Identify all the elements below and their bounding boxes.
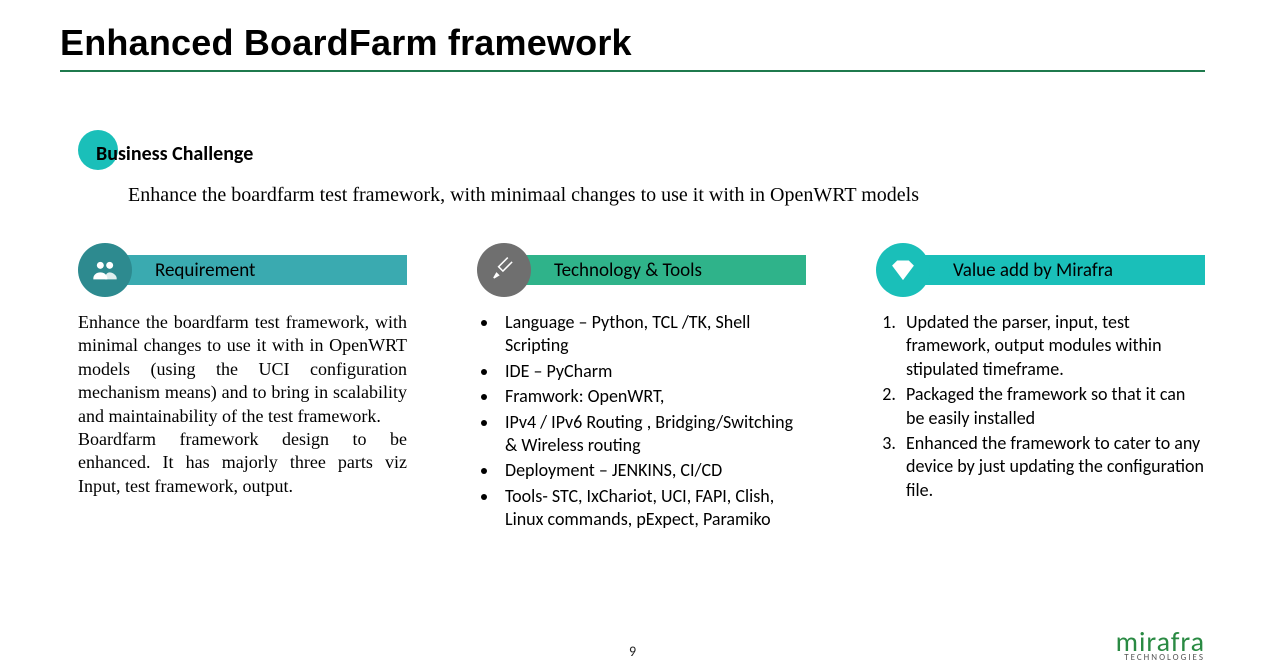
list-item: Language – Python, TCL /TK, Shell Script…: [499, 311, 806, 358]
business-challenge-heading: Business Challenge: [96, 142, 1205, 166]
requirement-header: Requirement: [78, 251, 407, 289]
footer-brand: mirafra TECHNOLOGIES: [1116, 629, 1205, 662]
technology-column: Technology & Tools Language – Python, TC…: [477, 251, 806, 534]
slide-title: Enhanced BoardFarm framework: [60, 22, 1205, 64]
requirement-bar: Requirement: [105, 255, 407, 285]
value-add-bar: Value add by Mirafra: [903, 255, 1205, 285]
business-challenge-section: Business Challenge Enhance the boardfarm…: [78, 142, 1205, 207]
list-item: IPv4 / IPv6 Routing , Bridging/Switching…: [499, 411, 806, 458]
people-icon: [78, 243, 132, 297]
technology-bar: Technology & Tools: [504, 255, 806, 285]
requirement-body: Enhance the boardfarm test framework, wi…: [78, 311, 407, 498]
requirement-column: Requirement Enhance the boardfarm test f…: [78, 251, 407, 534]
list-item: Deployment – JENKINS, CI/CD: [499, 459, 806, 482]
requirement-para-1: Enhance the boardfarm test framework, wi…: [78, 311, 407, 428]
value-add-column: Value add by Mirafra Updated the parser,…: [876, 251, 1205, 534]
value-add-heading-label: Value add by Mirafra: [953, 259, 1113, 282]
technology-list: Language – Python, TCL /TK, Shell Script…: [477, 311, 806, 532]
list-item: IDE – PyCharm: [499, 360, 806, 383]
title-rule: [60, 70, 1205, 72]
technology-header: Technology & Tools: [477, 251, 806, 289]
value-add-header: Value add by Mirafra: [876, 251, 1205, 289]
list-item: Tools- STC, IxChariot, UCI, FAPI, Clish,…: [499, 485, 806, 532]
list-item: Updated the parser, input, test framewor…: [900, 311, 1205, 381]
list-item: Packaged the framework so that it can be…: [900, 383, 1205, 430]
brand-name: mirafra: [1116, 629, 1205, 654]
columns: Requirement Enhance the boardfarm test f…: [78, 251, 1205, 534]
slide: Enhanced BoardFarm framework Business Ch…: [0, 0, 1265, 668]
requirement-heading-label: Requirement: [155, 259, 255, 282]
value-add-list: Updated the parser, input, test framewor…: [876, 311, 1205, 502]
brand-sub: TECHNOLOGIES: [1116, 654, 1205, 662]
technology-heading-label: Technology & Tools: [554, 259, 702, 282]
business-challenge-text: Enhance the boardfarm test framework, wi…: [128, 184, 1128, 207]
tools-icon: [477, 243, 531, 297]
requirement-para-2: Boardfarm framework design to be enhance…: [78, 428, 407, 498]
page-number: 9: [629, 643, 636, 660]
list-item: Framwork: OpenWRT,: [499, 385, 806, 408]
list-item: Enhanced the framework to cater to any d…: [900, 432, 1205, 502]
diamond-icon: [876, 243, 930, 297]
